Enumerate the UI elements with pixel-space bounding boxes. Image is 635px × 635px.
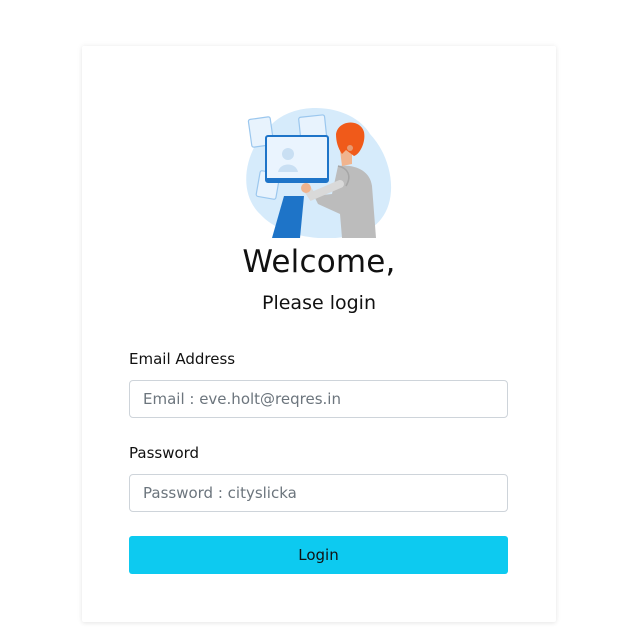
password-label: Password: [129, 444, 200, 462]
welcome-title: Welcome,: [242, 244, 396, 280]
person-at-screens-illustration: [246, 108, 391, 238]
email-input[interactable]: [129, 380, 508, 418]
login-button[interactable]: Login: [129, 536, 508, 574]
email-label: Email Address: [129, 350, 236, 368]
password-input[interactable]: [129, 474, 508, 512]
login-card: Welcome, Please login Email Address Pass…: [82, 46, 556, 622]
login-subtitle: Please login: [262, 292, 376, 314]
